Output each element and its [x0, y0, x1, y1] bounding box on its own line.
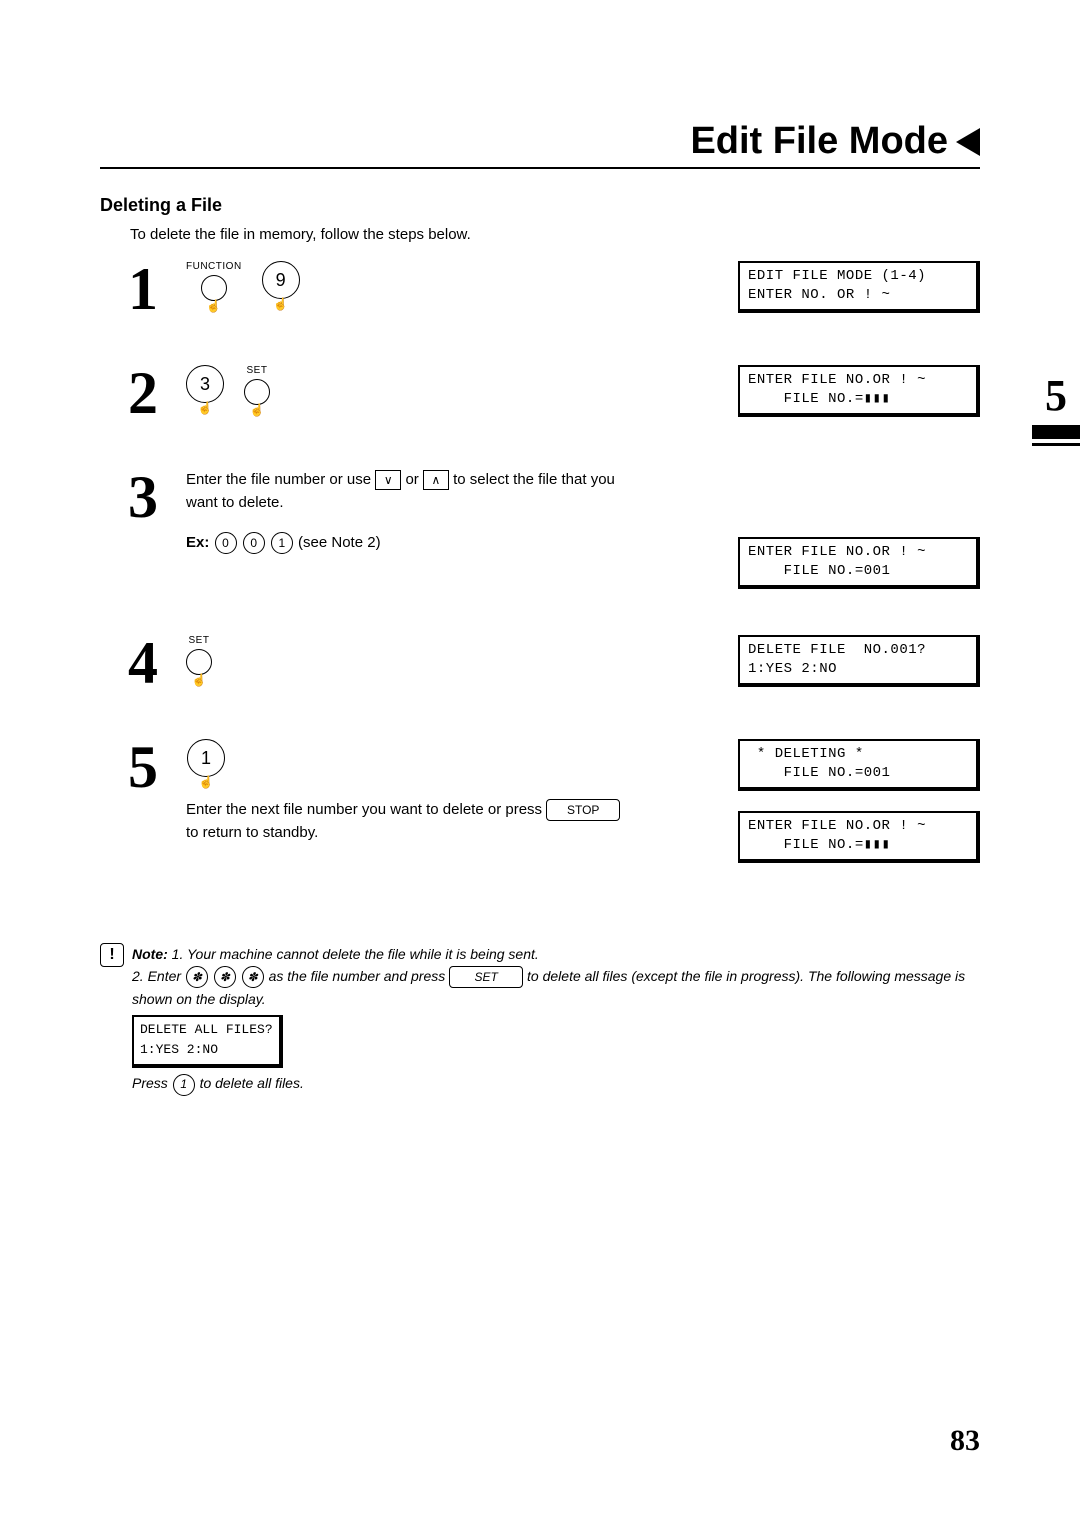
lcd-col: ENTER FILE NO.OR ! ~ FILE NO.=001: [738, 469, 980, 589]
lcd-display: EDIT FILE MODE (1-4) ENTER NO. OR ! ~: [738, 261, 980, 313]
step-3: 3 Enter the file number or use ∨ or ∧ to…: [100, 467, 980, 589]
section-intro: To delete the file in memory, follow the…: [130, 226, 980, 243]
key-face: 9: [262, 261, 300, 299]
note-label: Note:: [132, 946, 168, 962]
key-0-icon: 0: [215, 532, 237, 554]
note-block: ! Note: 1. Your machine cannot delete th…: [100, 943, 980, 1096]
t: to delete all files.: [200, 1075, 304, 1091]
step-body: FUNCTION ☝ 9 ☝ EDIT FILE MODE (1-4) ENTE…: [186, 259, 980, 313]
hand-icon: ☝: [192, 673, 207, 687]
key-row: SET ☝: [186, 635, 212, 687]
lcd-display: ENTER FILE NO.OR ! ~ FILE NO.=001: [738, 537, 980, 589]
key-0-icon: 0: [243, 532, 265, 554]
button-label: SET: [189, 635, 210, 646]
step-2: 2 3 ☝ SET ☝ ENTER FILE NO.OR ! ~ FILE NO…: [100, 363, 980, 423]
down-key-icon: ∨: [375, 470, 401, 490]
section-title: Deleting a File: [100, 195, 980, 216]
step-text: Enter the file number or use ∨ or ∧ to s…: [186, 469, 626, 514]
lcd-display: ENTER FILE NO.OR ! ~ FILE NO.=▮▮▮: [738, 811, 980, 863]
key-face: 1: [187, 739, 225, 777]
stop-key-icon: STOP: [546, 799, 620, 821]
oval-icon: [201, 275, 227, 301]
star-key-icon: ✽: [242, 966, 264, 988]
function-button[interactable]: FUNCTION ☝: [186, 261, 242, 313]
t: or: [405, 471, 423, 488]
hand-icon: ☝: [198, 401, 213, 415]
lcd-display: DELETE FILE NO.001? 1:YES 2:NO: [738, 635, 980, 687]
hand-icon: ☝: [206, 299, 221, 313]
arrow-left-icon: [956, 128, 980, 156]
chapter-number: 5: [1045, 370, 1067, 421]
hand-icon: ☝: [199, 775, 214, 789]
oval-icon: [186, 649, 212, 675]
page-header: Edit File Mode: [100, 120, 980, 169]
header-title: Edit File Mode: [690, 120, 948, 163]
step-1: 1 FUNCTION ☝ 9 ☝ EDIT FILE MODE (1-4) EN…: [100, 259, 980, 319]
t: as the file number and press: [269, 968, 450, 984]
side-tab: 5: [1032, 370, 1080, 446]
page: Edit File Mode Deleting a File To delete…: [0, 0, 1080, 1528]
step-body: Enter the file number or use ∨ or ∧ to s…: [186, 467, 980, 589]
hand-icon: ☝: [250, 403, 265, 417]
note-2b: Press 1 to delete all files.: [132, 1075, 304, 1091]
t: Enter the file number or use: [186, 471, 375, 488]
note-1: 1. Your machine cannot delete the file w…: [172, 946, 539, 962]
key-row: FUNCTION ☝ 9 ☝: [186, 261, 300, 313]
t: 2. Enter: [132, 968, 185, 984]
step-5: 5 1 ☝ Enter the next file number you wan…: [100, 737, 980, 863]
step-number: 2: [100, 363, 158, 423]
lcd-display: DELETE ALL FILES? 1:YES 2:NO: [132, 1015, 283, 1069]
note-2: 2. Enter ✽ ✽ ✽ as the file number and pr…: [132, 968, 965, 1007]
hand-icon: ☝: [273, 297, 288, 311]
text-col: Enter the file number or use ∨ or ∧ to s…: [186, 469, 626, 555]
key-9-button[interactable]: 9 ☝: [262, 261, 300, 311]
key-1-icon: 1: [173, 1074, 195, 1096]
key-face: 3: [186, 365, 224, 403]
tab-line-icon: [1032, 443, 1080, 446]
oval-icon: [244, 379, 270, 405]
ex-after: (see Note 2): [298, 534, 381, 551]
button-label: SET: [247, 365, 268, 376]
step-body: 1 ☝ Enter the next file number you want …: [186, 737, 980, 863]
lcd-display: * DELETING * FILE NO.=001: [738, 739, 980, 791]
star-key-icon: ✽: [186, 966, 208, 988]
note-body: Note: 1. Your machine cannot delete the …: [132, 943, 980, 1096]
key-3-button[interactable]: 3 ☝: [186, 365, 224, 415]
t: to return to standby.: [186, 824, 318, 841]
lcd-col: * DELETING * FILE NO.=001 ENTER FILE NO.…: [738, 739, 980, 863]
set-key-icon: SET: [449, 966, 523, 988]
lcd-display: ENTER FILE NO.OR ! ~ FILE NO.=▮▮▮: [738, 365, 980, 417]
key-1-icon: 1: [271, 532, 293, 554]
t: Press: [132, 1075, 172, 1091]
step-body: 3 ☝ SET ☝ ENTER FILE NO.OR ! ~ FILE NO.=…: [186, 363, 980, 417]
step-body: SET ☝ DELETE FILE NO.001? 1:YES 2:NO: [186, 633, 980, 687]
set-button[interactable]: SET ☝: [186, 635, 212, 687]
step-number: 1: [100, 259, 158, 319]
key-row: 3 ☝ SET ☝: [186, 365, 270, 417]
page-number: 83: [950, 1424, 980, 1458]
step-text: Enter the next file number you want to d…: [186, 799, 626, 844]
button-label: FUNCTION: [186, 261, 242, 272]
step-number: 4: [100, 633, 158, 693]
tab-bar-icon: [1032, 425, 1080, 439]
t: Enter the next file number you want to d…: [186, 801, 546, 818]
alert-icon: !: [100, 943, 124, 967]
set-button[interactable]: SET ☝: [244, 365, 270, 417]
ex-label: Ex:: [186, 534, 209, 551]
text-col: 1 ☝ Enter the next file number you want …: [186, 739, 626, 844]
step-number: 5: [100, 737, 158, 797]
step-number: 3: [100, 467, 158, 527]
up-key-icon: ∧: [423, 470, 449, 490]
key-1-button[interactable]: 1 ☝: [186, 739, 226, 789]
star-key-icon: ✽: [214, 966, 236, 988]
content-area: Edit File Mode Deleting a File To delete…: [0, 0, 1080, 1096]
step-4: 4 SET ☝ DELETE FILE NO.001? 1:YES 2:NO: [100, 633, 980, 693]
example-line: Ex: 0 0 1 (see Note 2): [186, 532, 626, 555]
